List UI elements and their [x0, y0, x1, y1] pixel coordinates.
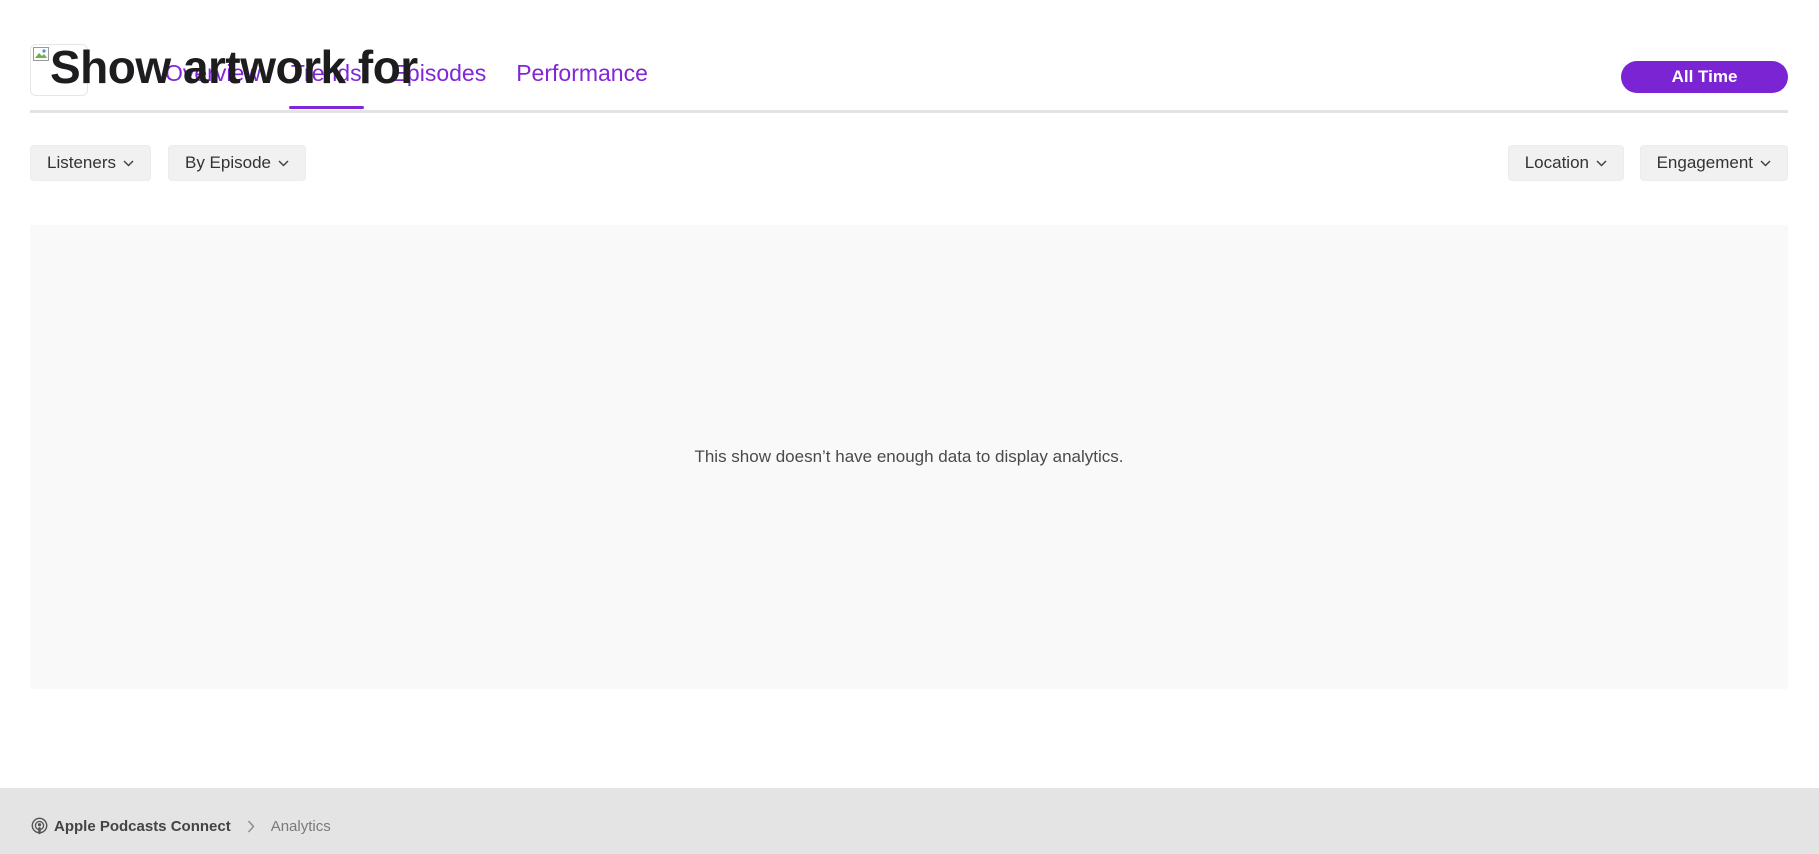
- location-dropdown-label: Location: [1524, 153, 1589, 172]
- tab-performance[interactable]: Performance: [516, 62, 648, 112]
- filter-bar: Listeners By Episode Location Engagement: [30, 145, 1788, 181]
- chevron-down-icon: [123, 159, 134, 167]
- artwork-alt-text: Show artwork for: [50, 41, 418, 93]
- chevron-right-icon: [247, 820, 255, 833]
- time-range-button[interactable]: All Time: [1621, 61, 1788, 93]
- metric-dropdown[interactable]: Listeners: [30, 145, 151, 181]
- breadcrumb: Apple Podcasts Connect Analytics: [30, 817, 331, 836]
- engagement-dropdown-label: Engagement: [1656, 153, 1753, 172]
- breadcrumb-current: Analytics: [270, 818, 331, 835]
- breadcrumb-home-link[interactable]: Apple Podcasts Connect: [54, 818, 231, 835]
- broken-image-icon: [33, 47, 49, 61]
- grouping-dropdown-label: By Episode: [185, 153, 271, 172]
- metric-dropdown-label: Listeners: [47, 153, 116, 172]
- footer: Apple Podcasts Connect Analytics: [0, 788, 1819, 854]
- podcasts-icon: [31, 817, 48, 835]
- chevron-down-icon: [1596, 159, 1607, 167]
- location-dropdown[interactable]: Location: [1507, 145, 1624, 181]
- chevron-down-icon: [278, 159, 289, 167]
- analytics-header: Overview Trends Episodes Performance Sho…: [30, 30, 1788, 114]
- chevron-down-icon: [1760, 159, 1771, 167]
- chart-panel: This show doesn’t have enough data to di…: [30, 225, 1788, 689]
- grouping-dropdown[interactable]: By Episode: [168, 145, 306, 181]
- header-divider: [30, 110, 1788, 113]
- engagement-dropdown[interactable]: Engagement: [1639, 145, 1788, 181]
- empty-state-message: This show doesn’t have enough data to di…: [694, 447, 1124, 466]
